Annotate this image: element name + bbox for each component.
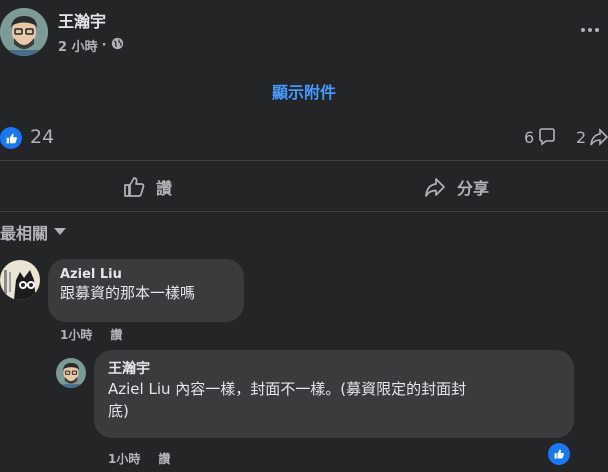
show-attachment-link[interactable]: 顯示附件	[0, 79, 608, 103]
sort-label: 最相關	[0, 224, 49, 243]
globe-icon[interactable]	[111, 37, 124, 54]
reaction-count[interactable]: 24	[30, 126, 54, 148]
reply-time[interactable]: 1小時	[108, 450, 140, 467]
share-icon	[425, 178, 445, 197]
like-button[interactable]: 讚	[122, 168, 172, 206]
comment-like-button[interactable]: 讚	[110, 326, 122, 343]
caret-down-icon	[54, 228, 67, 235]
post-time[interactable]: 2 小時	[58, 36, 98, 55]
thumbs-up-icon	[124, 177, 145, 197]
author-avatar[interactable]	[0, 8, 48, 56]
comment-count[interactable]: 6	[524, 127, 557, 147]
post-meta: 2 小時 ·	[58, 36, 124, 55]
comment-actions: 1小時 讚	[60, 326, 122, 343]
comment-time[interactable]: 1小時	[60, 326, 92, 343]
comment-sort-dropdown[interactable]: 最相關	[0, 220, 67, 244]
post-author-name[interactable]: 王瀚宇	[58, 8, 106, 32]
reply-actions: 1小時 讚	[108, 450, 170, 467]
divider	[0, 211, 608, 212]
comment-bubble-icon	[539, 128, 555, 146]
reply-like-reaction-icon[interactable]	[548, 443, 570, 465]
divider	[0, 160, 608, 161]
like-reaction-icon[interactable]	[0, 127, 22, 149]
dot-icon	[595, 28, 599, 32]
reply-bubble: 王瀚宇 Aziel Liu 內容一樣，封面不一樣。(募資限定的封面封 底)	[94, 350, 574, 438]
comment-count-value: 6	[524, 127, 535, 147]
reply-author-avatar[interactable]	[56, 358, 86, 388]
share-button[interactable]: 分享	[423, 168, 489, 206]
more-options-button[interactable]	[572, 18, 608, 42]
comment-text: 跟募資的那本一樣嗎	[60, 284, 196, 302]
meta-separator: ·	[101, 38, 107, 53]
share-arrow-icon	[590, 128, 608, 146]
comment-author[interactable]: Aziel Liu	[60, 267, 232, 282]
share-count-value: 2	[576, 127, 587, 147]
reply-like-button[interactable]: 讚	[158, 450, 170, 467]
comment-bubble: Aziel Liu 跟募資的那本一樣嗎	[48, 259, 244, 322]
dot-icon	[588, 28, 592, 32]
share-button-label: 分享	[457, 179, 490, 198]
reply-text-line1: Aziel Liu 內容一樣，封面不一樣。(募資限定的封面封	[108, 380, 467, 398]
like-button-label: 讚	[156, 179, 173, 198]
reply-text-line2: 底)	[108, 402, 129, 420]
reply-author[interactable]: 王瀚宇	[108, 358, 560, 378]
commenter-avatar[interactable]	[0, 260, 40, 300]
dot-icon	[581, 28, 585, 32]
share-count[interactable]: 2	[576, 127, 608, 147]
